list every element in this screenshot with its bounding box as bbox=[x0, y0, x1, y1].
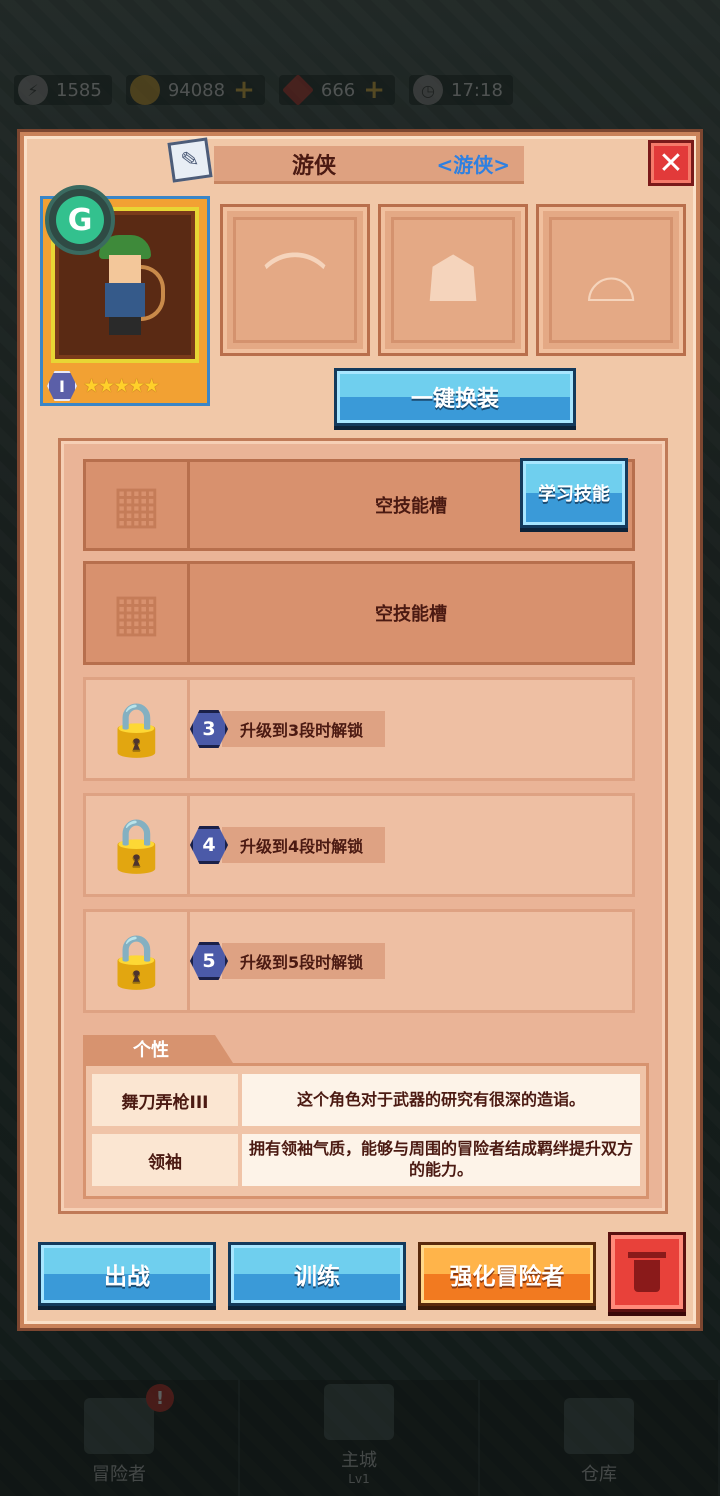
skill-panel: ▦ 空技能槽 学习技能 ▦ 空技能槽 🔒 3 升级到3段时解锁 🔒 4 升级到4… bbox=[58, 438, 668, 1214]
lock-icon: 🔒 bbox=[86, 912, 190, 1010]
empty-slot-icon: ▦ bbox=[86, 564, 190, 662]
deploy-button[interactable]: 出战 bbox=[38, 1242, 216, 1306]
trash-icon bbox=[628, 1252, 666, 1292]
trait-row: 舞刀弄枪III 这个角色对于武器的研究有很深的造诣。 bbox=[92, 1074, 640, 1126]
unlock-requirement: 3 升级到3段时解锁 bbox=[190, 710, 632, 748]
trait-row: 领袖 拥有领袖气质，能够与周围的冒险者结成羁绊提升双方的能力。 bbox=[92, 1134, 640, 1186]
armor-slot[interactable]: ☗ bbox=[378, 204, 528, 356]
train-button[interactable]: 训练 bbox=[228, 1242, 406, 1306]
level-row: I ★★★★★ bbox=[47, 371, 160, 401]
armor-icon: ☗ bbox=[424, 243, 482, 317]
skill-slot-2[interactable]: ▦ 空技能槽 bbox=[83, 561, 635, 665]
skill-slot-5-locked: 🔒 5 升级到5段时解锁 bbox=[83, 909, 635, 1013]
boots-icon: ⌓ bbox=[585, 243, 637, 317]
learn-skill-button[interactable]: 学习技能 bbox=[520, 458, 628, 528]
title-bar: 游侠 <游侠> bbox=[214, 146, 524, 184]
traits-list: 舞刀弄枪III 这个角色对于武器的研究有很深的造诣。 领袖 拥有领袖气质，能够与… bbox=[83, 1063, 649, 1199]
trait-description: 这个角色对于武器的研究有很深的造诣。 bbox=[242, 1074, 640, 1126]
personality-tab: 个性 bbox=[83, 1035, 233, 1063]
adventurer-detail-dialog: ✎ 游侠 <游侠> ✕ G I ★★★★★ ⌒ ☗ ⌓ 一键换装 ▦ 空技能槽 … bbox=[20, 132, 700, 1328]
skill-slot-4-locked: 🔒 4 升级到4段时解锁 bbox=[83, 793, 635, 897]
unlock-requirement: 5 升级到5段时解锁 bbox=[190, 942, 632, 980]
one-click-equip-button[interactable]: 一键换装 bbox=[334, 368, 576, 426]
ranger-sprite bbox=[93, 235, 165, 335]
lock-icon: 🔒 bbox=[86, 680, 190, 778]
empty-slot-icon: ▦ bbox=[86, 462, 190, 548]
level-badge: I bbox=[47, 371, 77, 401]
dismiss-button[interactable] bbox=[608, 1232, 686, 1312]
close-button[interactable]: ✕ bbox=[648, 140, 694, 186]
grade-badge: G bbox=[45, 185, 115, 255]
hero-class: <游侠> bbox=[436, 153, 510, 177]
rename-icon[interactable]: ✎ bbox=[167, 137, 213, 183]
boots-slot[interactable]: ⌓ bbox=[536, 204, 686, 356]
trait-name: 舞刀弄枪III bbox=[92, 1074, 238, 1126]
trait-description: 拥有领袖气质，能够与周围的冒险者结成羁绊提升双方的能力。 bbox=[242, 1134, 640, 1186]
unlock-requirement: 4 升级到4段时解锁 bbox=[190, 826, 632, 864]
enhance-adventurer-button[interactable]: 强化冒险者 bbox=[418, 1242, 596, 1306]
personality-section: 个性 舞刀弄枪III 这个角色对于武器的研究有很深的造诣。 领袖 拥有领袖气质，… bbox=[83, 1035, 649, 1205]
skill-slot-3-locked: 🔒 3 升级到3段时解锁 bbox=[83, 677, 635, 781]
lock-icon: 🔒 bbox=[86, 796, 190, 894]
star-rating: ★★★★★ bbox=[83, 375, 160, 397]
trait-name: 领袖 bbox=[92, 1134, 238, 1186]
weapon-slot[interactable]: ⌒ bbox=[220, 204, 370, 356]
hero-name: 游侠 bbox=[292, 153, 337, 179]
hero-portrait-card[interactable]: G I ★★★★★ bbox=[40, 185, 210, 406]
skill-slot-1[interactable]: ▦ 空技能槽 学习技能 bbox=[83, 458, 635, 551]
bow-icon: ⌒ bbox=[263, 249, 327, 323]
